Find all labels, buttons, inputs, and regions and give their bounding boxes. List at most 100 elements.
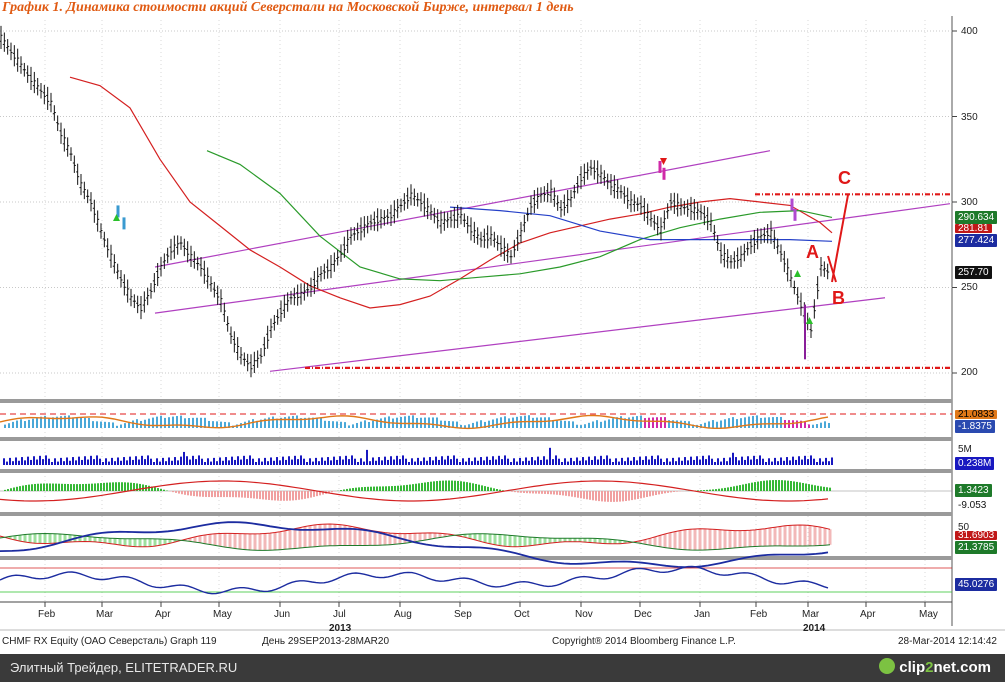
volume-bar: [345, 455, 347, 465]
macd-bar: [496, 489, 498, 491]
volume-bar: [174, 457, 176, 465]
volume-bar: [54, 458, 56, 465]
macd-bar: [613, 491, 615, 502]
macd-bar: [313, 491, 315, 497]
volume-bar: [771, 461, 773, 465]
macd-bar: [235, 491, 237, 498]
osc1-bar: [628, 417, 630, 428]
macd-bar: [292, 491, 294, 501]
macd-bar: [451, 480, 453, 491]
macd-bar: [178, 491, 180, 494]
volume-bar: [396, 455, 398, 465]
macd-bar: [661, 491, 663, 494]
volume-bar: [162, 457, 164, 465]
macd-bar: [493, 488, 495, 491]
ticker-info: CHMF RX Equity (ОАО Северсталь) Graph 11…: [2, 636, 217, 647]
footer-brand[interactable]: clip2net.com: [879, 658, 991, 676]
osc1-bar: [772, 417, 774, 428]
volume-bar: [111, 457, 113, 465]
month-label-aug: Aug: [394, 609, 412, 620]
macd-bar: [646, 491, 648, 497]
osc1-bar: [536, 417, 538, 428]
volume-bar: [225, 457, 227, 465]
volume-bar: [243, 455, 245, 465]
badge-ma-green: 290.634: [955, 211, 998, 224]
osc1-bar: [88, 417, 90, 428]
panel-separator: [0, 437, 952, 441]
volume-bar: [66, 457, 68, 465]
macd-bar: [250, 491, 252, 499]
volume-bar: [498, 455, 500, 465]
macd-bar: [181, 491, 183, 495]
volume-bar: [87, 459, 89, 465]
macd-bar: [823, 486, 825, 491]
osc1-bar: [16, 420, 18, 428]
macd-bar: [586, 491, 588, 500]
volume-bar: [144, 459, 146, 465]
volume-bar: [297, 459, 299, 465]
osc1-bar: [560, 420, 562, 428]
volume-bar: [210, 461, 212, 465]
osc1-bar: [612, 418, 614, 428]
osc1-bar: [80, 417, 82, 428]
macd-bar: [769, 480, 771, 491]
volume-bar: [132, 459, 134, 465]
volume-bar: [750, 459, 752, 465]
badge-osc1-a: 21.0833: [955, 410, 998, 419]
volume-bar: [18, 460, 20, 465]
macd-bar: [115, 482, 117, 491]
macd-bar: [667, 491, 669, 493]
volume-bar: [705, 459, 707, 465]
macd-bar: [211, 491, 213, 498]
macd-bar: [610, 491, 612, 502]
volume-bar: [75, 460, 77, 465]
volume-bar: [273, 460, 275, 465]
volume-bar: [57, 461, 59, 465]
macd-bar: [232, 491, 234, 498]
volume-bar: [537, 456, 539, 465]
month-label-oct: Oct: [514, 609, 530, 620]
macd-bar: [481, 485, 483, 491]
month-label-jun: Jun: [274, 609, 291, 620]
month-label-sep: Sep: [454, 609, 472, 620]
macd-bar: [394, 485, 396, 491]
macd-bar: [571, 491, 573, 497]
volume-bar: [630, 460, 632, 465]
macd-bar: [535, 491, 537, 494]
macd-bar: [229, 491, 231, 498]
osc1-bar: [248, 420, 250, 428]
macd-bar: [721, 488, 723, 491]
y-tick-label-350: 350: [961, 112, 978, 123]
volume-bar: [300, 455, 302, 465]
volume-bar: [357, 462, 359, 465]
osc1-bar: [544, 417, 546, 428]
macd-bar: [124, 482, 126, 491]
osc1-bar: [184, 418, 186, 428]
macd-bar: [706, 489, 708, 491]
volume-bar: [201, 458, 203, 465]
macd-bar: [217, 491, 219, 498]
macd-bar: [346, 488, 348, 491]
macd-bar: [553, 491, 555, 495]
volume-bar: [633, 457, 635, 465]
macd-bar: [4, 489, 6, 491]
osc1-bar: [440, 420, 442, 428]
badge-dmi-green: 21.3785: [955, 541, 998, 554]
volume-bar: [477, 460, 479, 465]
osc1-bar: [268, 417, 270, 428]
macd-bar: [523, 491, 525, 493]
macd-bar: [16, 486, 18, 491]
volume-bar: [663, 462, 665, 465]
volume-bar: [309, 458, 311, 465]
macd-bar: [10, 488, 12, 491]
osc1-bar: [580, 425, 582, 428]
macd-bar: [412, 484, 414, 491]
osc1-bar: [504, 416, 506, 428]
volume-bar: [108, 461, 110, 465]
volume-bar: [576, 457, 578, 465]
month-label-nov: Nov: [575, 609, 593, 620]
macd-bar: [190, 491, 192, 496]
volume-bar: [798, 456, 800, 465]
volume-bar: [291, 459, 293, 465]
highlight-bar-2: [790, 198, 794, 211]
